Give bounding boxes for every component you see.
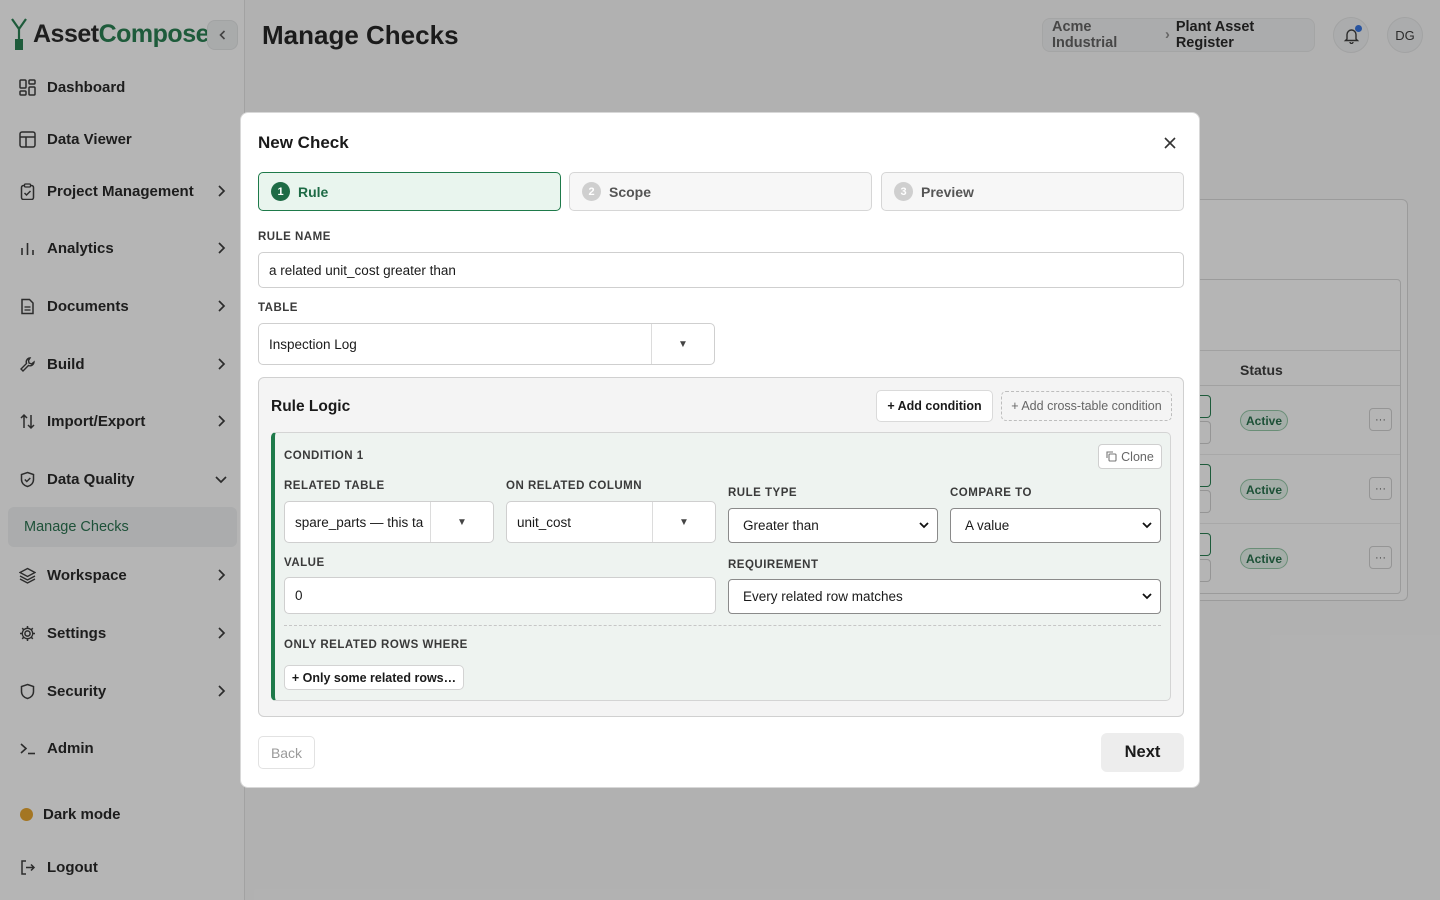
- related-table-value: spare_parts — this ta: [295, 514, 424, 530]
- condition-title: CONDITION 1: [284, 450, 364, 462]
- rule-type-value: Greater than: [743, 518, 819, 533]
- compare-to-label: COMPARE TO: [950, 487, 1032, 499]
- dropdown-arrow-icon: ▼: [652, 502, 715, 542]
- related-column-label: ON RELATED COLUMN: [506, 480, 643, 492]
- chevron-down-icon: [919, 522, 929, 529]
- back-button[interactable]: Back: [258, 736, 315, 769]
- clone-label: Clone: [1121, 449, 1154, 464]
- condition-card: CONDITION 1 Clone RELATED TABLE spare_pa…: [271, 432, 1171, 701]
- rule-logic-title: Rule Logic: [271, 398, 351, 415]
- table-select[interactable]: Inspection Log ▼: [258, 323, 715, 365]
- close-button[interactable]: [1159, 132, 1181, 154]
- modal-title: New Check: [258, 133, 349, 152]
- related-column-value: unit_cost: [517, 514, 572, 530]
- compare-to-select[interactable]: A value: [950, 508, 1161, 543]
- related-table-label: RELATED TABLE: [284, 480, 385, 492]
- rule-name-label: RULE NAME: [258, 231, 331, 243]
- new-check-modal: New Check 1 Rule 2 Scope 3 Preview RULE …: [240, 112, 1200, 788]
- step-label: Scope: [609, 183, 652, 200]
- step-label: Preview: [921, 183, 974, 200]
- chevron-down-icon: [1142, 522, 1152, 529]
- requirement-label: REQUIREMENT: [728, 559, 819, 571]
- table-select-value: Inspection Log: [269, 336, 357, 352]
- close-icon: [1164, 137, 1176, 149]
- step-number: 2: [582, 182, 601, 201]
- step-scope[interactable]: 2 Scope: [569, 172, 872, 211]
- copy-icon: [1106, 451, 1117, 462]
- step-number: 3: [894, 182, 913, 201]
- add-condition-button[interactable]: + Add condition: [876, 390, 993, 422]
- clone-button[interactable]: Clone: [1098, 444, 1162, 469]
- related-table-select[interactable]: spare_parts — this ta ▼: [284, 501, 494, 543]
- only-related-rows-label: ONLY RELATED ROWS WHERE: [284, 639, 468, 651]
- requirement-value: Every related row matches: [743, 589, 903, 604]
- dropdown-arrow-icon: ▼: [430, 502, 493, 542]
- rule-name-input[interactable]: a related unit_cost greater than: [258, 252, 1184, 288]
- related-column-select[interactable]: unit_cost ▼: [506, 501, 716, 543]
- rule-type-select[interactable]: Greater than: [728, 508, 938, 543]
- step-number: 1: [271, 182, 290, 201]
- rule-logic-panel: Rule Logic + Add condition + Add cross-t…: [258, 377, 1184, 717]
- step-preview[interactable]: 3 Preview: [881, 172, 1184, 211]
- add-cross-table-condition-button[interactable]: + Add cross-table condition: [1001, 391, 1172, 421]
- divider: [284, 625, 1161, 626]
- compare-to-value: A value: [965, 518, 1010, 533]
- next-button[interactable]: Next: [1101, 733, 1184, 772]
- table-label: TABLE: [258, 302, 298, 314]
- requirement-select[interactable]: Every related row matches: [728, 579, 1161, 614]
- dropdown-arrow-icon: ▼: [651, 324, 714, 364]
- value-input[interactable]: 0: [284, 577, 716, 614]
- rule-type-label: RULE TYPE: [728, 487, 798, 499]
- only-some-related-rows-button[interactable]: + Only some related rows…: [284, 665, 464, 690]
- step-rule[interactable]: 1 Rule: [258, 172, 561, 211]
- value-label: VALUE: [284, 557, 325, 569]
- step-label: Rule: [298, 183, 329, 200]
- chevron-down-icon: [1142, 593, 1152, 600]
